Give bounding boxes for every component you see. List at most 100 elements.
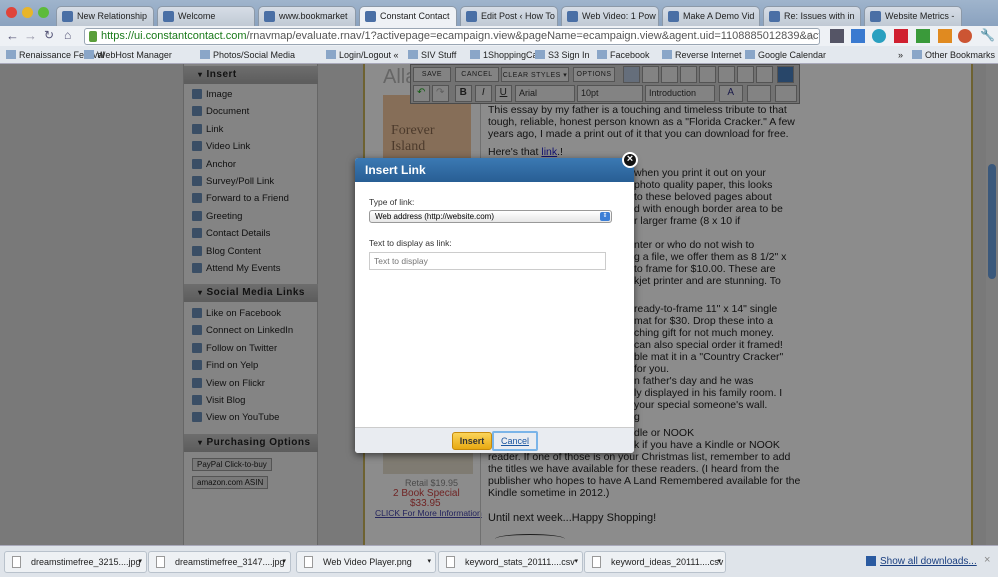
bookmark-item[interactable]: Facebook (597, 50, 650, 60)
forward-icon[interactable]: → (24, 28, 37, 43)
display-text-label: Text to display as link: (369, 238, 452, 248)
tab-title: Web Video: 1 Pow (582, 11, 656, 21)
google-extension-icon[interactable] (851, 29, 865, 43)
download-item[interactable]: Web Video Player.png ▾ (296, 551, 436, 573)
cancel-button[interactable]: Cancel (492, 431, 538, 451)
tab-6[interactable]: Make A Demo Vid (662, 6, 760, 26)
bookmark-icon (84, 50, 94, 59)
download-menu-arrow-icon[interactable]: ▾ (717, 557, 721, 565)
bookmark-icon (535, 50, 545, 59)
download-menu-arrow-icon[interactable]: ▾ (138, 557, 142, 565)
bookmark-item[interactable]: Google Calendar (745, 50, 826, 60)
download-filename: dreamstimefree_3147....jpg (175, 557, 285, 567)
favicon-icon (163, 11, 174, 22)
download-filename: keyword_ideas_20111....csv (611, 557, 724, 567)
reload-icon[interactable]: ↻ (44, 28, 54, 42)
bookmark-icon (6, 50, 16, 59)
link-type-select[interactable]: Web address (http://website.com) ⇕ (369, 210, 612, 223)
tab-title: Website Metrics - (885, 11, 955, 21)
file-icon (592, 556, 601, 568)
tab-2[interactable]: www.bookmarket (258, 6, 356, 26)
bookmark-label: Facebook (610, 50, 650, 60)
wrench-icon[interactable]: 🔧 (980, 28, 995, 42)
bookmarks-overflow-icon[interactable]: » (898, 50, 903, 60)
back-icon[interactable]: ← (6, 28, 19, 43)
tab-title: Constant Contact (380, 11, 450, 21)
download-item[interactable]: keyword_ideas_20111....csv ▾ (584, 551, 726, 573)
tab-title: Welcome (178, 11, 216, 21)
tab-title: Make A Demo Vid (683, 11, 755, 21)
file-icon (446, 556, 455, 568)
favicon-icon (668, 11, 679, 22)
bookmark-label: Photos/Social Media (213, 50, 296, 60)
close-window-icon[interactable] (6, 7, 17, 18)
download-item[interactable]: dreamstimefree_3215....jpg ▾ (4, 551, 147, 573)
dialog-header: Insert Link (355, 158, 634, 182)
bookmark-item[interactable]: Photos/Social Media (200, 50, 295, 60)
bookmark-icon (326, 50, 336, 59)
bookmark-label: Reverse Internet (675, 50, 742, 60)
bookmark-item[interactable]: WebHost Manager (84, 50, 172, 60)
download-filename: keyword_stats_20111....csv (465, 557, 575, 567)
tab-title: New Relationship (77, 11, 148, 21)
peace-extension-icon[interactable] (958, 29, 972, 43)
download-filename: dreamstimefree_3215....jpg (31, 557, 141, 567)
bookmark-label: WebHost Manager (97, 50, 172, 60)
favicon-icon (870, 11, 881, 22)
minimize-window-icon[interactable] (22, 7, 33, 18)
url-host: https://ui.constantcontact.com (101, 30, 247, 42)
favicon-icon (466, 11, 477, 22)
bookmark-label: Other Bookmarks (925, 50, 996, 60)
bookmark-item[interactable]: S3 Sign In (535, 50, 590, 60)
tab-1[interactable]: Welcome (157, 6, 255, 26)
download-menu-arrow-icon[interactable]: ▾ (282, 557, 286, 565)
file-icon (12, 556, 21, 568)
url-path: /rnavmap/evaluate.rnav/1?activepage=ecam… (246, 30, 820, 42)
star-icon[interactable]: ☆ (806, 30, 816, 43)
extension-icon[interactable] (916, 29, 930, 43)
tab-4[interactable]: Edit Post ‹ How To (460, 6, 558, 26)
url-input[interactable]: https://ui.constantcontact.com/rnavmap/e… (84, 28, 820, 45)
bookmark-item[interactable]: 1ShoppingCart (470, 50, 543, 60)
close-icon[interactable]: × (622, 152, 638, 168)
bookmark-label: Login/Logout « (339, 50, 399, 60)
tab-7[interactable]: Re: Issues with in (763, 6, 861, 26)
tab-0[interactable]: New Relationship (56, 6, 154, 26)
tab-5[interactable]: Web Video: 1 Pow (561, 6, 659, 26)
tab-8[interactable]: Website Metrics - (864, 6, 962, 26)
tab-title: Re: Issues with in (784, 11, 855, 21)
bookmark-other[interactable]: Other Bookmarks (912, 50, 995, 60)
show-all-downloads-link[interactable]: Show all downloads... (880, 556, 977, 567)
bookmark-item[interactable]: SIV Stuff (408, 50, 456, 60)
download-menu-arrow-icon[interactable]: ▾ (574, 557, 578, 565)
lock-icon (89, 31, 97, 42)
favicon-icon (567, 11, 578, 22)
download-item[interactable]: dreamstimefree_3147....jpg ▾ (148, 551, 291, 573)
close-icon[interactable]: × (984, 554, 990, 566)
downloads-bar: dreamstimefree_3215....jpg ▾ dreamstimefre… (0, 545, 998, 577)
tab-3[interactable]: Constant Contact (359, 6, 457, 26)
home-icon[interactable]: ⌂ (64, 28, 71, 42)
bookmark-icon (745, 50, 755, 59)
download-item[interactable]: keyword_stats_20111....csv ▾ (438, 551, 583, 573)
tab-bar: New Relationship Welcome www.bookmarket Con… (0, 0, 998, 26)
bookmark-item[interactable]: Login/Logout « (326, 50, 399, 60)
file-icon (304, 556, 313, 568)
favicon-icon (365, 11, 376, 22)
tab-title: www.bookmarket (279, 11, 348, 21)
file-icon (156, 556, 165, 568)
zoom-window-icon[interactable] (38, 7, 49, 18)
display-text-input[interactable] (369, 252, 606, 270)
amazon-extension-icon[interactable] (938, 29, 952, 43)
address-bar: ← → ↻ ⌂ https://ui.constantcontact.com/r… (0, 26, 998, 46)
bookmark-icon (200, 50, 210, 59)
extension-icon[interactable] (830, 29, 844, 43)
download-menu-arrow-icon[interactable]: ▾ (427, 557, 431, 565)
bookmarks-bar: Renaissance Festival WebHost Manager Photo… (0, 46, 998, 64)
dialog-footer: Insert Cancel (355, 427, 634, 453)
insert-button[interactable]: Insert (452, 432, 492, 450)
extension-icon[interactable] (872, 29, 886, 43)
favicon-icon (62, 11, 73, 22)
extension-icon[interactable] (894, 29, 908, 43)
bookmark-item[interactable]: Reverse Internet (662, 50, 742, 60)
